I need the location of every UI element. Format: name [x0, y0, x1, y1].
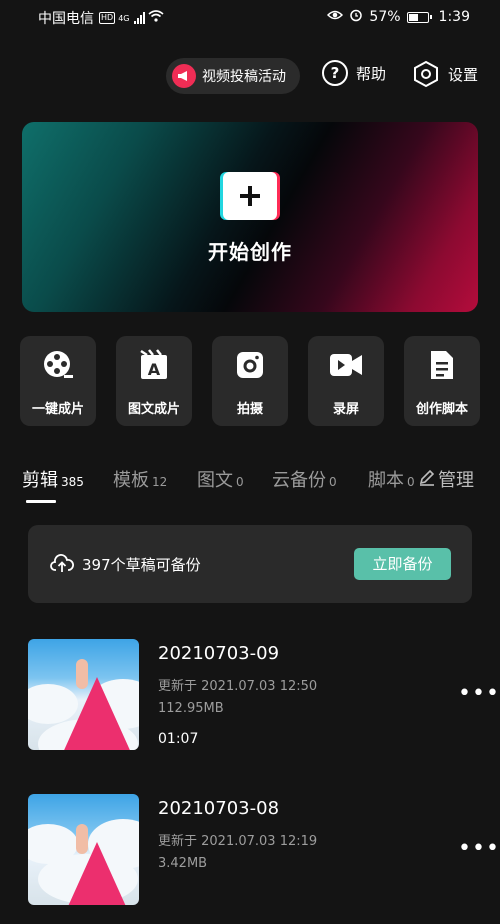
- tab-label: 剪辑: [22, 470, 58, 491]
- cloud-upload-icon: [50, 553, 74, 577]
- network-label: 4G: [118, 13, 130, 23]
- hd-badge: HD: [99, 12, 116, 24]
- banner-title: 开始创作: [208, 240, 292, 264]
- draft-updated: 更新于 2021.07.03 12:50: [158, 679, 318, 694]
- tool-label: 拍摄: [236, 402, 263, 417]
- draft-thumbnail: [28, 639, 139, 750]
- tab-cloud-backup[interactable]: 云备份 0: [272, 466, 337, 492]
- screen-record-icon: [308, 348, 384, 382]
- tab-count: 0: [407, 475, 415, 489]
- help-button[interactable]: ? 帮助: [322, 60, 386, 86]
- draft-updated: 更新于 2021.07.03 12:19: [158, 834, 318, 849]
- status-bar: 中国电信 HD 4G 57% 1:39: [0, 0, 500, 34]
- manage-button[interactable]: 管理: [418, 466, 474, 492]
- camera-icon: [212, 348, 288, 382]
- draft-item[interactable]: 20210703-09 更新于 2021.07.03 12:50 112.95M…: [0, 639, 500, 769]
- settings-label: 设置: [448, 65, 479, 84]
- tool-one-click[interactable]: 一键成片: [20, 336, 96, 426]
- draft-item[interactable]: 20210703-08 更新于 2021.07.03 12:19 3.42MB …: [0, 794, 500, 924]
- wifi-icon: [148, 10, 165, 26]
- settings-button[interactable]: 设置: [412, 60, 478, 88]
- tool-script[interactable]: 创作脚本: [404, 336, 480, 426]
- carrier-label: 中国电信: [38, 11, 94, 27]
- text-video-icon: A: [116, 348, 192, 382]
- tab-count: 12: [152, 475, 168, 489]
- draft-title: 20210703-09: [158, 643, 280, 664]
- eye-icon: [327, 9, 344, 25]
- tab-count: 0: [236, 475, 244, 489]
- backup-now-button[interactable]: 立即备份: [354, 548, 451, 580]
- add-icon[interactable]: [223, 172, 277, 220]
- tab-image-text[interactable]: 图文 0: [197, 466, 244, 492]
- tab-label: 图文: [197, 470, 233, 491]
- film-reel-icon: [20, 348, 96, 382]
- tool-label: 创作脚本: [415, 402, 468, 417]
- script-doc-icon: [404, 348, 480, 382]
- tab-count: 0: [329, 475, 337, 489]
- alarm-icon: [349, 8, 363, 26]
- gear-icon: [412, 60, 440, 88]
- tool-label: 图文成片: [127, 402, 180, 417]
- more-options-icon[interactable]: •••: [458, 683, 500, 705]
- tab-template[interactable]: 模板 12: [113, 466, 167, 492]
- tab-count: 385: [61, 475, 84, 489]
- manage-label: 管理: [438, 470, 474, 491]
- draft-size: 112.95MB: [158, 701, 224, 716]
- tab-label: 云备份: [272, 470, 326, 491]
- edit-pencil-icon: [418, 468, 436, 491]
- tab-script[interactable]: 脚本 0: [368, 466, 418, 492]
- help-label: 帮助: [356, 64, 387, 83]
- backup-card: 397个草稿可备份 立即备份: [28, 525, 472, 603]
- promo-label: 视频投稿活动: [202, 69, 286, 85]
- tool-shoot[interactable]: 拍摄: [212, 336, 288, 426]
- backup-message: 397个草稿可备份: [82, 556, 201, 574]
- megaphone-icon: [172, 64, 196, 88]
- tool-label: 录屏: [332, 402, 359, 417]
- draft-size: 3.42MB: [158, 856, 208, 871]
- tool-text-video[interactable]: A 图文成片: [116, 336, 192, 426]
- clock: 1:39: [438, 9, 470, 25]
- tab-label: 模板: [113, 470, 149, 491]
- draft-title: 20210703-08: [158, 798, 280, 819]
- promo-button[interactable]: 视频投稿活动: [166, 58, 300, 94]
- battery-icon: [406, 11, 432, 23]
- more-options-icon[interactable]: •••: [458, 838, 500, 860]
- question-icon: ?: [322, 60, 348, 86]
- tool-screen-record[interactable]: 录屏: [308, 336, 384, 426]
- draft-duration: 01:07: [158, 731, 199, 747]
- tool-label: 一键成片: [31, 402, 84, 417]
- battery-percent: 57%: [369, 9, 401, 25]
- tab-edit[interactable]: 剪辑 385: [22, 466, 84, 492]
- tab-label: 脚本: [368, 470, 404, 491]
- svg-text:A: A: [148, 360, 161, 379]
- draft-thumbnail: [28, 794, 139, 905]
- tab-active-indicator: [26, 500, 56, 503]
- signal-icon: [134, 12, 146, 24]
